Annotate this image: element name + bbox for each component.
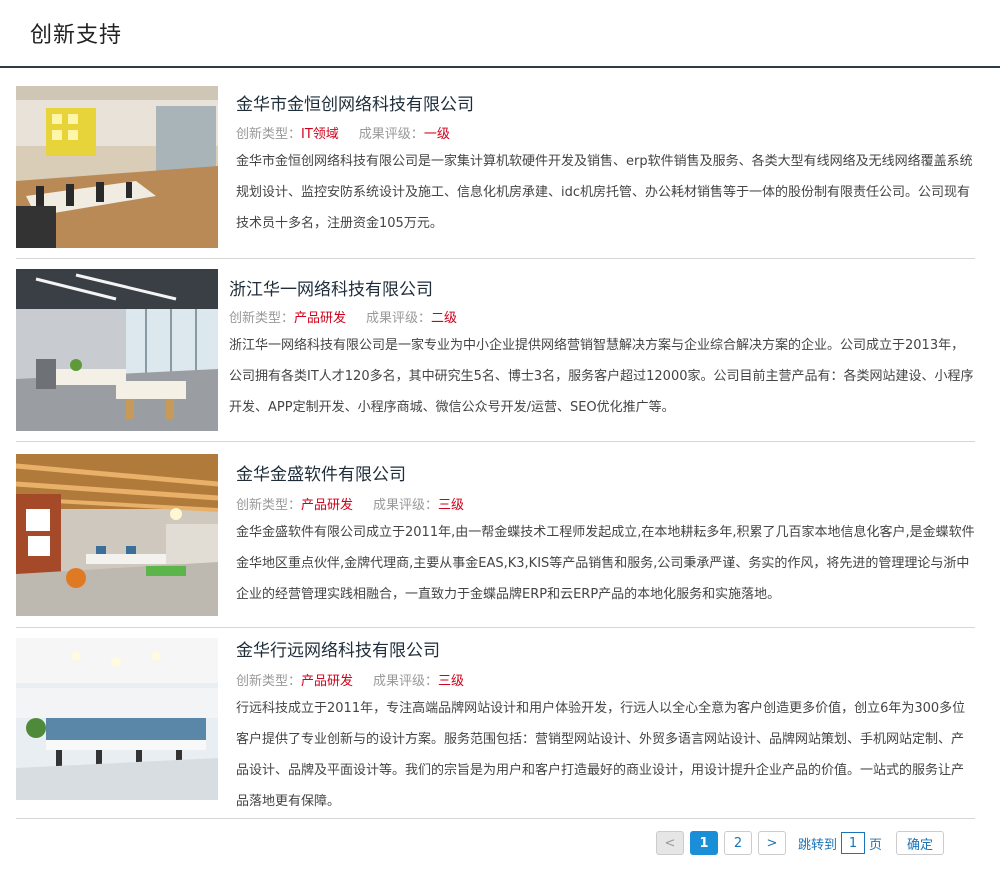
grade-value: 二级 [431,311,458,326]
page-header: 创新支持 [0,0,1000,68]
list-item[interactable]: 金华行远网络科技有限公司 创新类型：产品研发 成果评级：三级 行远科技成立于201… [16,628,975,819]
list-item[interactable]: 金华金盛软件有限公司 创新类型：产品研发 成果评级：三级 金华金盛软件有限公司成立… [16,442,975,628]
grade-label: 成果评级： [358,127,424,142]
company-description: 行远科技成立于2011年，专注高端品牌网站设计和用户体验开发，行远人以全心全意为… [236,701,966,809]
company-photo[interactable] [16,86,218,248]
type-value: 产品研发 [301,498,354,513]
list-item[interactable]: 浙江华一网络科技有限公司 创新类型：产品研发 成果评级：二级 浙江华一网络科技有限… [16,259,975,442]
grade-label: 成果评级： [373,674,439,689]
pagination: < 1 2 > 跳转到 1 页 确定 [656,830,945,856]
type-value: 产品研发 [301,674,354,689]
type-label: 创新类型： [236,674,302,689]
company-meta: 创新类型：产品研发 成果评级：三级 [236,670,464,689]
page-button-1[interactable]: 1 [690,831,718,855]
company-list: 金华市金恒创网络科技有限公司 创新类型：IT领域 成果评级：一级 金华市金恒创网络… [16,70,975,819]
page-button-2[interactable]: 2 [724,831,752,855]
grade-value: 三级 [438,498,465,513]
grade-value: 三级 [438,674,465,689]
company-description: 金华金盛软件有限公司成立于2011年,由一帮金蝶技术工程师发起成立,在本地耕耘多… [236,525,975,602]
company-title[interactable]: 金华市金恒创网络科技有限公司 [236,90,474,115]
page-unit-label: 页 [869,837,883,853]
company-description: 金华市金恒创网络科技有限公司是一家集计算机软硬件开发及销售、erp软件销售及服务… [236,154,973,231]
company-title[interactable]: 金华金盛软件有限公司 [236,460,406,485]
type-label: 创新类型： [236,498,302,513]
company-meta: 创新类型：产品研发 成果评级：二级 [229,307,457,326]
type-label: 创新类型： [236,127,302,142]
company-photo[interactable] [16,269,218,431]
prev-page-button[interactable]: < [656,831,684,855]
type-label: 创新类型： [229,311,295,326]
jump-page-input[interactable]: 1 [841,832,866,854]
next-page-button[interactable]: > [758,831,786,855]
company-title[interactable]: 金华行远网络科技有限公司 [236,636,440,661]
list-item[interactable]: 金华市金恒创网络科技有限公司 创新类型：IT领域 成果评级：一级 金华市金恒创网络… [16,70,975,259]
company-meta: 创新类型：产品研发 成果评级：三级 [236,494,464,513]
jump-label: 跳转到 [798,837,838,853]
company-description: 浙江华一网络科技有限公司是一家专业为中小企业提供网络营销智慧解决方案与企业综合解… [229,338,974,415]
company-title[interactable]: 浙江华一网络科技有限公司 [229,275,433,300]
company-photo[interactable] [16,454,218,616]
company-meta: 创新类型：IT领域 成果评级：一级 [236,123,450,142]
grade-label: 成果评级： [366,311,432,326]
page-title: 创新支持 [30,23,123,48]
grade-value: 一级 [423,127,450,142]
confirm-jump-button[interactable]: 确定 [896,831,945,855]
type-value: IT领域 [301,127,339,142]
grade-label: 成果评级： [373,498,439,513]
type-value: 产品研发 [294,311,347,326]
company-photo[interactable] [16,638,218,800]
